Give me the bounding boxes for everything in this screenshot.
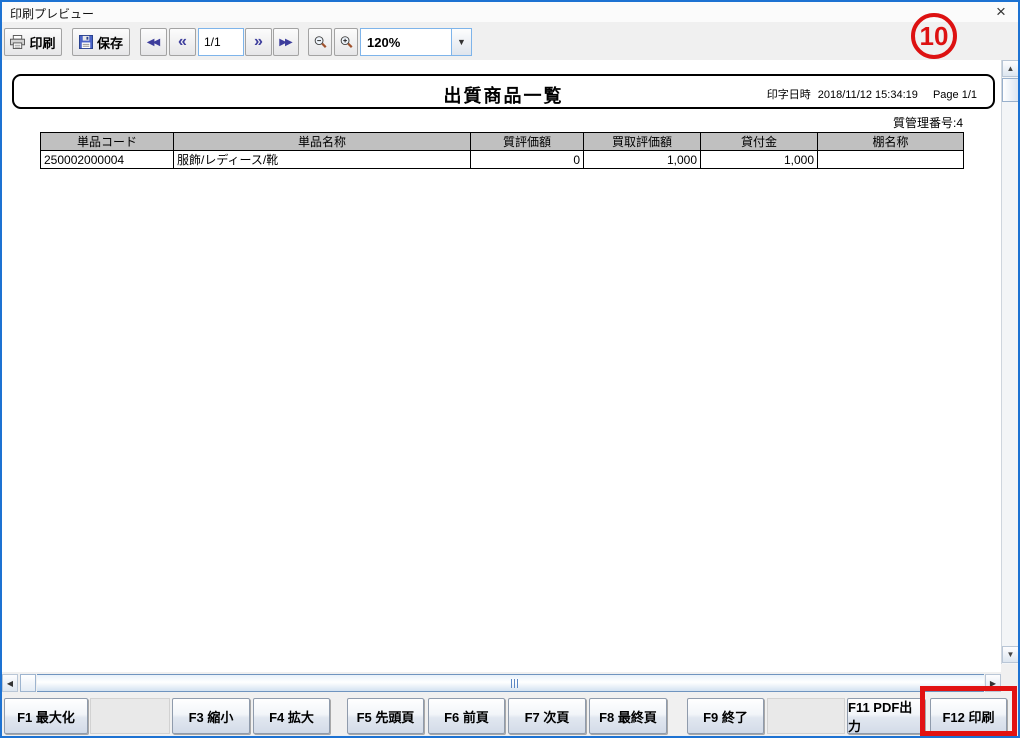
printed-datetime-label: 印字日時 [767, 89, 811, 101]
printer-icon [10, 35, 25, 49]
f12-print-button[interactable]: F12 印刷 [930, 698, 1007, 734]
prev-page-icon: « [178, 33, 187, 51]
zoom-in-icon [339, 35, 354, 50]
f2-empty-slot [90, 698, 170, 734]
zoom-level-select[interactable]: 120% ▼ [360, 28, 472, 56]
horizontal-scrollbar[interactable]: ◀ ▶ [2, 674, 1001, 692]
pawn-control-number: 質管理番号:4 [893, 114, 963, 131]
zoom-out-button[interactable] [308, 28, 332, 56]
save-icon [79, 35, 93, 49]
horizontal-scrollbar-track[interactable] [37, 674, 984, 692]
arrow-right-icon: ▶ [990, 679, 996, 688]
cell-loan-amount: 1,000 [701, 151, 818, 169]
scroll-right-button[interactable]: ▶ [985, 674, 1001, 692]
cell-item-code: 250002000004 [41, 151, 174, 169]
f4-zoom-in-button[interactable]: F4 拡大 [253, 698, 330, 734]
col-header-pawn-value: 質評価額 [471, 133, 584, 151]
arrow-left-icon: ◀ [7, 679, 13, 688]
table-header-row: 単品コード 単品名称 質評価額 買取評価額 貸付金 棚名称 [41, 133, 964, 151]
zoom-out-icon [313, 35, 328, 50]
annotation-step-number: 10 [920, 21, 949, 52]
next-page-button[interactable]: » [245, 28, 272, 56]
cell-pawn-value: 0 [471, 151, 584, 169]
f7-next-page-button[interactable]: F7 次頁 [508, 698, 586, 734]
table-row: 250002000004 服飾/レディース/靴 0 1,000 1,000 [41, 151, 964, 169]
title-bar: 印刷プレビュー × [2, 2, 1018, 22]
print-preview-window: 印刷プレビュー × 印刷 保存 ◀◀ « » ▶▶ [0, 0, 1020, 738]
f5-first-page-button[interactable]: F5 先頭頁 [347, 698, 424, 734]
scroll-down-button[interactable]: ▼ [1002, 646, 1019, 663]
col-header-item-code: 単品コード [41, 133, 174, 151]
f3-zoom-out-button[interactable]: F3 縮小 [172, 698, 250, 734]
scrollbar-corner [1001, 664, 1018, 694]
col-header-item-name: 単品名称 [174, 133, 471, 151]
print-button-label: 印刷 [29, 33, 55, 52]
save-button[interactable]: 保存 [72, 28, 130, 56]
cell-shelf-name [818, 151, 964, 169]
function-key-bar: F1 最大化 F3 縮小 F4 拡大 F5 先頭頁 F6 前頁 F7 次頁 F8… [2, 694, 1018, 736]
zoom-level-value: 120% [361, 35, 451, 50]
scroll-left-button[interactable]: ◀ [2, 674, 18, 692]
items-table: 単品コード 単品名称 質評価額 買取評価額 貸付金 棚名称 2500020000… [40, 132, 964, 169]
horizontal-scrollbar-thumb[interactable] [20, 674, 36, 692]
col-header-purchase-value: 買取評価額 [584, 133, 701, 151]
window-title: 印刷プレビュー [10, 5, 94, 22]
report-meta: 印字日時 2018/11/12 15:34:19 Page 1/1 [763, 86, 977, 102]
arrow-up-icon: ▲ [1007, 64, 1015, 73]
cell-purchase-value: 1,000 [584, 151, 701, 169]
prev-page-button[interactable]: « [169, 28, 196, 56]
arrow-down-icon: ▼ [1007, 650, 1015, 659]
scrollbar-grip-icon [511, 679, 519, 688]
chevron-down-icon[interactable]: ▼ [451, 29, 471, 55]
printed-datetime-value: 2018/11/12 15:34:19 [818, 89, 918, 101]
f1-maximize-button[interactable]: F1 最大化 [4, 698, 88, 734]
save-button-label: 保存 [97, 33, 123, 52]
print-button[interactable]: 印刷 [4, 28, 62, 56]
close-icon[interactable]: × [990, 2, 1012, 22]
report-header-box: 出質商品一覧 印字日時 2018/11/12 15:34:19 Page 1/1 [12, 74, 995, 109]
first-page-icon: ◀◀ [147, 37, 160, 48]
col-header-shelf-name: 棚名称 [818, 133, 964, 151]
page-number-input[interactable] [198, 28, 244, 56]
f9-exit-button[interactable]: F9 終了 [687, 698, 764, 734]
f8-last-page-button[interactable]: F8 最終頁 [589, 698, 667, 734]
page-indicator: Page 1/1 [933, 89, 977, 101]
toolbar: 印刷 保存 ◀◀ « » ▶▶ 120% ▼ [2, 22, 1018, 62]
vertical-scrollbar[interactable]: ▲ ▼ [1001, 60, 1018, 664]
last-page-icon: ▶▶ [279, 37, 292, 48]
preview-pane: 出質商品一覧 印字日時 2018/11/12 15:34:19 Page 1/1… [2, 60, 1001, 672]
last-page-button[interactable]: ▶▶ [273, 28, 299, 56]
col-header-loan-amount: 貸付金 [701, 133, 818, 151]
first-page-button[interactable]: ◀◀ [140, 28, 167, 56]
vertical-scrollbar-thumb[interactable] [1002, 78, 1019, 102]
annotation-step-circle: 10 [911, 13, 957, 59]
zoom-in-button[interactable] [334, 28, 358, 56]
cell-item-name: 服飾/レディース/靴 [174, 151, 471, 169]
f11-pdf-output-button[interactable]: F11 PDF出力 [847, 698, 925, 734]
next-page-icon: » [254, 33, 263, 51]
f10-empty-slot [767, 698, 845, 734]
scroll-up-button[interactable]: ▲ [1002, 60, 1019, 77]
f6-prev-page-button[interactable]: F6 前頁 [428, 698, 505, 734]
